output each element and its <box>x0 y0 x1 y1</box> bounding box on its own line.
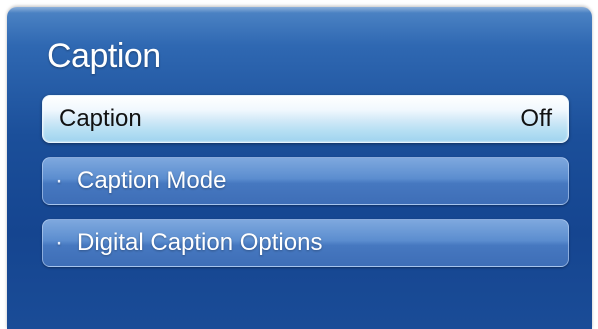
menu-item-value: Off <box>520 105 552 132</box>
bullet-dot-icon: · <box>55 229 63 256</box>
menu-title: Caption <box>47 37 161 75</box>
menu-item-caption-mode[interactable]: · Caption Mode <box>42 157 569 205</box>
menu-item-caption[interactable]: Caption Off <box>42 95 569 143</box>
menu-item-label: Digital Caption Options <box>77 229 323 256</box>
menu-item-digital-caption-options[interactable]: · Digital Caption Options <box>42 219 569 267</box>
menu-item-label: Caption Mode <box>77 167 227 194</box>
menu-item-label: Caption <box>59 105 142 132</box>
bullet-dot-icon: · <box>55 167 63 194</box>
caption-menu-panel: Caption Caption Off · Caption Mode · Dig… <box>7 7 592 329</box>
